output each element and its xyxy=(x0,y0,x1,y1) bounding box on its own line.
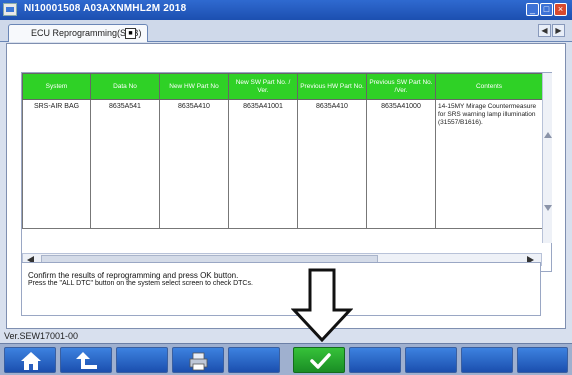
cell-new-sw: 8635A41001 xyxy=(228,99,298,155)
column-header: Data No xyxy=(90,73,160,100)
column-header: New SW Part No. / Ver. xyxy=(228,73,298,100)
bottom-toolbar xyxy=(0,343,572,375)
blank-button-4[interactable] xyxy=(405,347,457,373)
close-window-button[interactable]: × xyxy=(554,3,567,16)
app-window: NI10001508 A03AXNMHL2M 2018 _ □ × ECU Re… xyxy=(0,0,572,375)
cell-contents: 14-15MY Mirage Countermeasure for SRS wa… xyxy=(435,99,543,155)
scroll-down-icon[interactable] xyxy=(544,205,552,211)
tab-strip: ECU Reprogramming(SDB) ■ ◀ ▶ xyxy=(0,20,572,42)
reprogramming-table: System Data No New HW Part No New SW Par… xyxy=(22,73,543,229)
cell-system: SRS-AIR BAG xyxy=(22,99,91,155)
column-header: Previous SW Part No. /Ver. xyxy=(366,73,436,100)
print-button[interactable] xyxy=(172,347,224,373)
message-box: Confirm the results of reprogramming and… xyxy=(21,262,541,316)
table-empty-area xyxy=(22,154,543,229)
cell-new-hw: 8635A410 xyxy=(159,99,229,155)
back-button[interactable] xyxy=(60,347,112,373)
scroll-up-icon[interactable] xyxy=(544,132,552,138)
status-row: Ver.SEW17001-00 xyxy=(0,329,572,343)
back-arrow-icon xyxy=(76,352,97,369)
message-line-1: Confirm the results of reprogramming and… xyxy=(28,271,239,280)
blank-button-5[interactable] xyxy=(461,347,513,373)
blank-button-1[interactable] xyxy=(116,347,168,373)
title-bar: NI10001508 A03AXNMHL2M 2018 _ □ × xyxy=(0,0,572,20)
table-header-row: System Data No New HW Part No New SW Par… xyxy=(22,73,543,100)
maximize-button[interactable]: □ xyxy=(540,3,553,16)
column-header: New HW Part No xyxy=(159,73,229,100)
tab-ecu-reprogramming[interactable]: ECU Reprogramming(SDB) ■ xyxy=(8,24,148,42)
tab-prev-button[interactable]: ◀ xyxy=(538,24,551,37)
cell-data-no: 8635A541 xyxy=(90,99,160,155)
column-header: System xyxy=(22,73,91,100)
tab-close-icon[interactable]: ■ xyxy=(125,28,136,39)
window-title: NI10001508 A03AXNMHL2M 2018 xyxy=(24,3,187,14)
blank-button-2[interactable] xyxy=(228,347,280,373)
blank-button-3[interactable] xyxy=(349,347,401,373)
ok-button[interactable] xyxy=(293,347,345,373)
message-line-2: Press the "ALL DTC" button on the system… xyxy=(28,280,253,287)
reprogramming-table-frame: System Data No New HW Part No New SW Par… xyxy=(21,72,552,272)
tab-next-button[interactable]: ▶ xyxy=(552,24,565,37)
home-icon xyxy=(21,352,41,370)
cell-prev-sw: 8635A41000 xyxy=(366,99,436,155)
version-label: Ver.SEW17001-00 xyxy=(4,331,79,341)
pointer-arrow-icon xyxy=(291,268,353,342)
table-row[interactable]: SRS-AIR BAG 8635A541 8635A410 8635A41001… xyxy=(22,99,543,155)
blank-button-6[interactable] xyxy=(517,347,568,373)
vertical-scrollbar[interactable] xyxy=(542,73,552,243)
column-header: Previous HW Part No. xyxy=(297,73,367,100)
cell-prev-hw: 8635A410 xyxy=(297,99,367,155)
printer-icon xyxy=(189,352,208,371)
check-icon xyxy=(310,353,331,369)
home-button[interactable] xyxy=(4,347,56,373)
app-icon xyxy=(3,3,17,16)
main-panel: System Data No New HW Part No New SW Par… xyxy=(6,43,566,329)
minimize-button[interactable]: _ xyxy=(526,3,539,16)
column-header: Contents xyxy=(435,73,543,100)
